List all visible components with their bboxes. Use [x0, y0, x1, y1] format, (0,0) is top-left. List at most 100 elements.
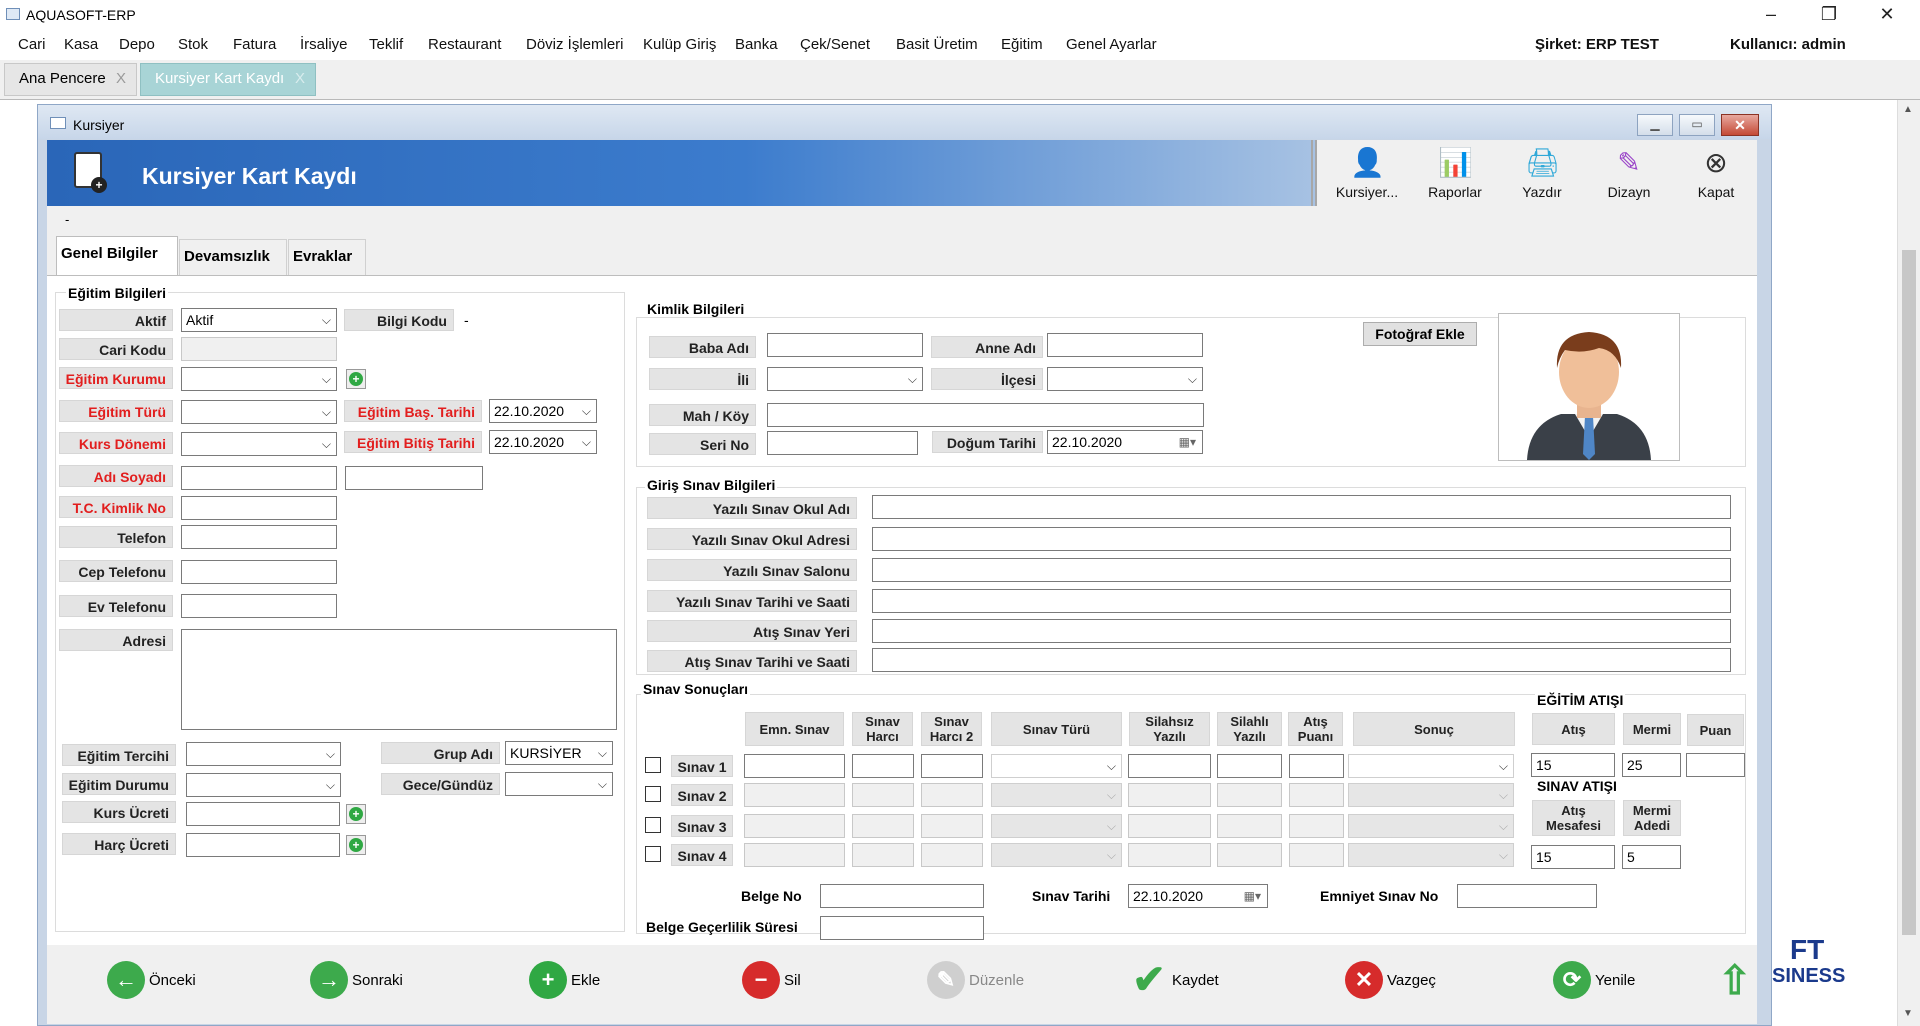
toolbar-dizayn-button[interactable]: ✎ Dizayn [1587, 146, 1671, 208]
menu-item-kasa[interactable]: Kasa [64, 36, 98, 53]
yazili-salon-field[interactable] [872, 558, 1731, 582]
restore-icon[interactable]: ❐ [1800, 0, 1858, 30]
menu-item-fatura[interactable]: Fatura [233, 36, 276, 53]
sinav-1-harc2[interactable] [921, 754, 983, 778]
ilce-select[interactable]: ⌵ [1047, 367, 1203, 391]
aktif-select[interactable]: Aktif ⌵ [181, 308, 337, 332]
emniyet-sinav-no-field[interactable] [1457, 884, 1597, 908]
add-kurs-ucreti-button[interactable]: + [346, 804, 366, 824]
menu-item-kulup[interactable]: Kulüp Giriş [643, 36, 716, 53]
tab-evraklar[interactable]: Evraklar [288, 239, 366, 275]
menu-item-irsaliye[interactable]: İrsaliye [300, 36, 348, 53]
egitim-durumu-select[interactable]: ⌵ [186, 773, 341, 797]
egitim-turu-select[interactable]: ⌵ [181, 400, 337, 424]
grup-adi-select[interactable]: KURSİYER ⌵ [505, 741, 613, 765]
yazili-okul-adi-field[interactable] [872, 495, 1731, 519]
sinav-1-sonuc-select[interactable]: ⌵ [1348, 754, 1514, 778]
yazili-tarih-field[interactable] [872, 589, 1731, 613]
menu-item-genel-ayarlar[interactable]: Genel Ayarlar [1066, 36, 1157, 53]
doc-tab-ana-pencere[interactable]: Ana Pencere X [4, 63, 137, 96]
add-kurum-button[interactable]: + [346, 369, 366, 389]
egitim-kurumu-select[interactable]: ⌵ [181, 367, 337, 391]
baba-adi-field[interactable] [767, 333, 923, 357]
sinav-1-silahsiz[interactable] [1128, 754, 1211, 778]
yazili-okul-adresi-field[interactable] [872, 527, 1731, 551]
adi-field[interactable] [181, 466, 337, 490]
mah-koy-field[interactable] [767, 403, 1204, 427]
dogum-tarihi-picker[interactable]: 22.10.2020 ▦▾ [1047, 430, 1203, 454]
belge-no-field[interactable] [820, 884, 984, 908]
kurs-ucreti-field[interactable] [186, 802, 340, 826]
sinav-2-checkbox[interactable] [645, 786, 661, 802]
scroll-up-icon[interactable]: ▲ [1903, 104, 1913, 115]
kurs-donemi-select[interactable]: ⌵ [181, 432, 337, 456]
gece-gunduz-select[interactable]: ⌵ [505, 772, 613, 796]
sinav-1-tur-select[interactable]: ⌵ [991, 754, 1122, 778]
il-select[interactable]: ⌵ [767, 367, 923, 391]
minimize-icon[interactable]: – [1742, 0, 1800, 30]
menu-item-restaurant[interactable]: Restaurant [428, 36, 501, 53]
sinav-1-checkbox[interactable] [645, 757, 661, 773]
sinav-mermi-adedi-field[interactable]: 5 [1622, 845, 1681, 869]
menu-item-basit-uretim[interactable]: Basit Üretim [896, 36, 978, 53]
sinav-1-harc[interactable] [852, 754, 914, 778]
toolbar-yazdir-button[interactable]: 🖨 Yazdır [1500, 146, 1584, 208]
tab-devamsizlik[interactable]: Devamsızlık [179, 239, 287, 275]
ev-telefonu-field[interactable] [181, 594, 337, 618]
fotograf-ekle-button[interactable]: Fotoğraf Ekle [1363, 322, 1477, 346]
sonraki-button[interactable]: → Sonraki [310, 961, 403, 999]
sinav-4-checkbox[interactable] [645, 846, 661, 862]
belge-gecerlilik-field[interactable] [820, 916, 984, 940]
close-icon[interactable]: ✕ [1858, 0, 1916, 30]
sinav-1-silahli[interactable] [1217, 754, 1282, 778]
sinav-tarihi-picker[interactable]: 22.10.2020 ▦▾ [1128, 884, 1268, 908]
vertical-scrollbar[interactable]: ▲ ▼ [1897, 100, 1920, 1026]
sinav-atis-mesafesi-field[interactable]: 15 [1531, 845, 1615, 869]
toolbar-kursiyer-button[interactable]: 👤 Kursiyer... [1325, 146, 1409, 208]
menu-item-cari[interactable]: Cari [18, 36, 46, 53]
anne-adi-field[interactable] [1047, 333, 1203, 357]
menu-item-banka[interactable]: Banka [735, 36, 778, 53]
menu-item-cek-senet[interactable]: Çek/Senet [800, 36, 870, 53]
child-close-icon[interactable]: ✕ [1721, 114, 1759, 136]
sinav-1-atis[interactable] [1289, 754, 1344, 778]
adres-textarea[interactable] [181, 629, 617, 730]
egitim-bas-tarihi-picker[interactable]: 22.10.2020 ⌵ [489, 399, 597, 423]
child-maximize-icon[interactable]: ▭ [1679, 114, 1715, 136]
vazgec-button[interactable]: ✕ Vazgeç [1345, 961, 1436, 999]
egitim-puan-field[interactable] [1686, 753, 1745, 777]
close-icon[interactable]: X [295, 64, 305, 94]
menu-item-doviz[interactable]: Döviz İşlemleri [526, 36, 624, 53]
toolbar-raporlar-button[interactable]: 📊 Raporlar [1413, 146, 1497, 208]
sinav-1-emn[interactable] [744, 754, 845, 778]
scroll-thumb[interactable] [1902, 250, 1916, 935]
telefon-field[interactable] [181, 525, 337, 549]
atis-yeri-field[interactable] [872, 619, 1731, 643]
kaydet-button[interactable]: ✔ Kaydet [1130, 960, 1218, 1000]
sil-button[interactable]: − Sil [742, 961, 801, 999]
tc-kimlik-field[interactable] [181, 496, 337, 520]
add-harc-ucreti-button[interactable]: + [346, 835, 366, 855]
tab-genel-bilgiler[interactable]: Genel Bilgiler [56, 236, 178, 276]
egitim-mermi-field[interactable]: 25 [1622, 753, 1681, 777]
egitim-atis-field[interactable]: 15 [1531, 753, 1615, 777]
menu-item-teklif[interactable]: Teklif [369, 36, 403, 53]
arrow-up-icon[interactable]: ⇧ [1718, 958, 1752, 1004]
harc-ucreti-field[interactable] [186, 833, 340, 857]
egitim-tercihi-select[interactable]: ⌵ [186, 742, 341, 766]
menu-item-stok[interactable]: Stok [178, 36, 208, 53]
soyadi-field[interactable] [345, 466, 483, 490]
doc-tab-kursiyer[interactable]: Kursiyer Kart Kaydı X [140, 63, 316, 96]
yenile-button[interactable]: ⟳ Yenile [1553, 961, 1635, 999]
atis-tarih-field[interactable] [872, 648, 1731, 672]
child-minimize-icon[interactable]: ▁ [1637, 114, 1673, 136]
menu-item-depo[interactable]: Depo [119, 36, 155, 53]
seri-no-field[interactable] [767, 431, 918, 455]
cep-telefonu-field[interactable] [181, 560, 337, 584]
egitim-bitis-tarihi-picker[interactable]: 22.10.2020 ⌵ [489, 430, 597, 454]
sinav-3-checkbox[interactable] [645, 817, 661, 833]
menu-item-egitim[interactable]: Eğitim [1001, 36, 1043, 53]
ekle-button[interactable]: + Ekle [529, 961, 600, 999]
scroll-down-icon[interactable]: ▼ [1903, 1008, 1913, 1019]
toolbar-kapat-button[interactable]: ⊗ Kapat [1674, 146, 1758, 208]
